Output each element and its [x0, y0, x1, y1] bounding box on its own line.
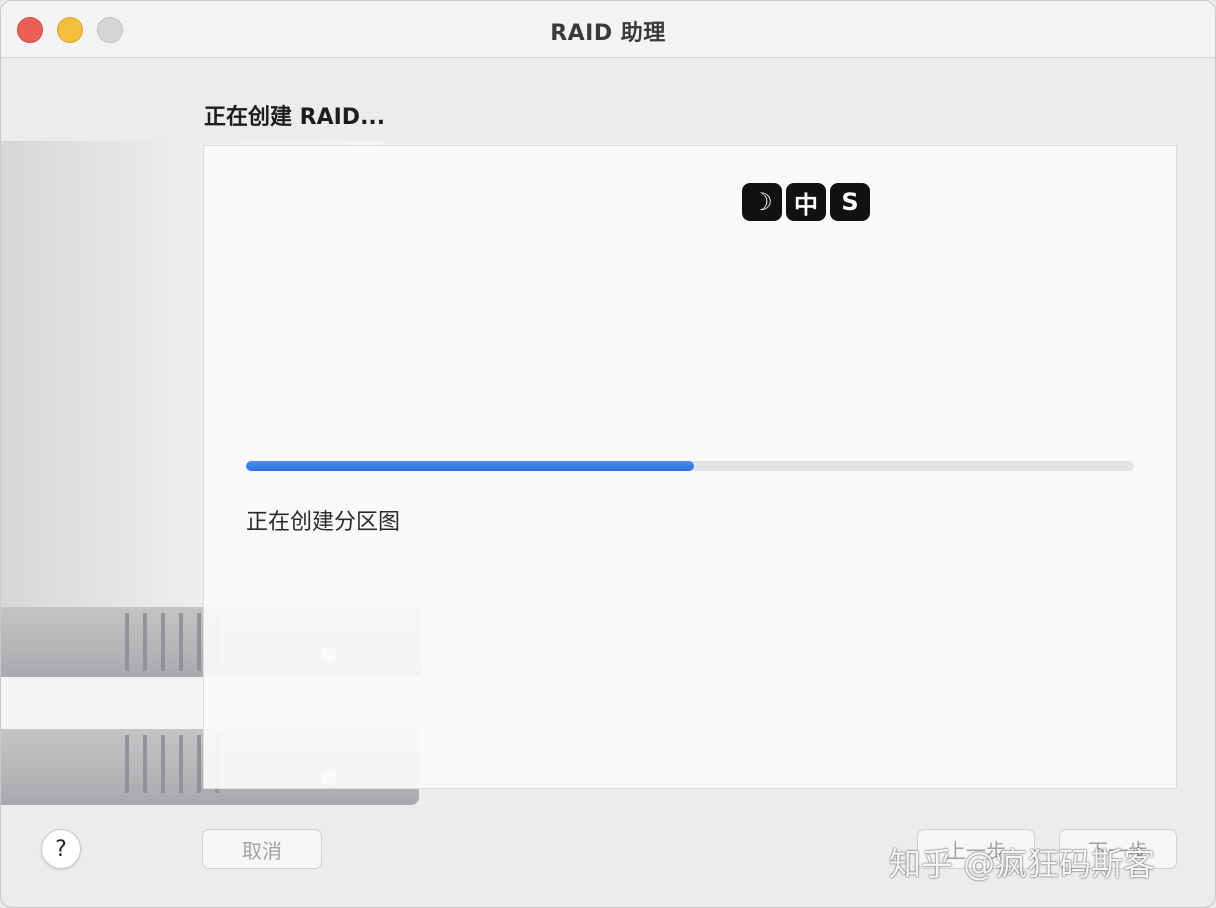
- status-text: 正在创建分区图: [246, 510, 401, 535]
- progress-bar: [246, 461, 1134, 471]
- step-heading: 正在创建 RAID...: [204, 105, 386, 130]
- watermark: 知乎 @疯狂码斯客: [889, 845, 1156, 883]
- help-button[interactable]: ?: [41, 829, 81, 869]
- window-title: RAID 助理: [550, 21, 666, 46]
- moon-icon: ☽: [742, 183, 782, 221]
- progress-fill: [246, 461, 695, 471]
- zhong-tile: 中: [786, 183, 826, 221]
- content-panel: ☽ 中 S 正在创建分区图: [203, 145, 1177, 789]
- s-tile: S: [830, 183, 870, 221]
- input-method-logo: ☽ 中 S: [742, 183, 870, 221]
- raid-assistant-window: RAID 助理 正在创建 RAID... ☽ 中 S 正在创建分区图 ? 取消 …: [0, 0, 1216, 908]
- title-bar: RAID 助理: [1, 1, 1215, 58]
- cancel-button[interactable]: 取消: [202, 829, 322, 869]
